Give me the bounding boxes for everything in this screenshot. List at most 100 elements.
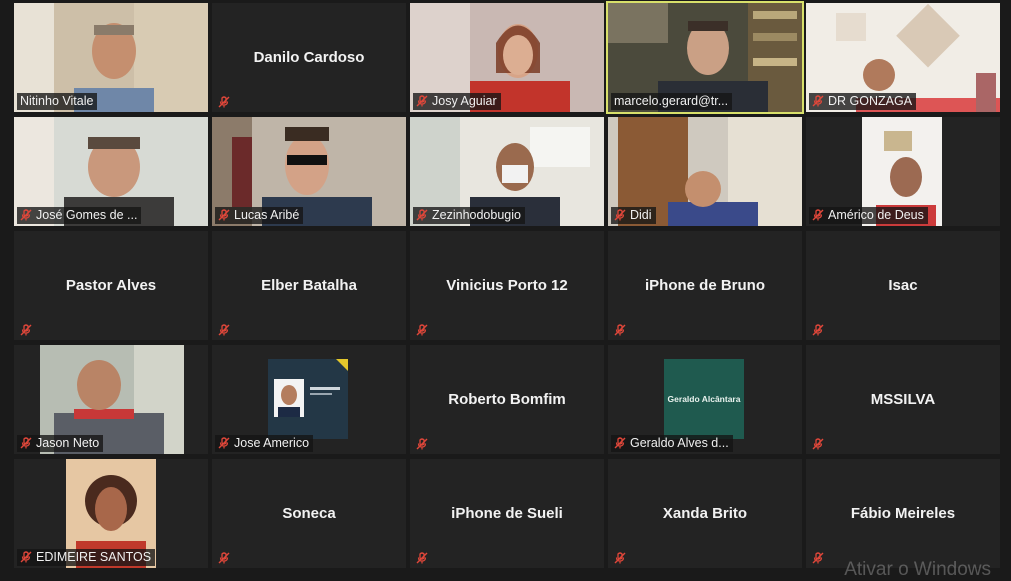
participant-name-label: Jose Americo [215, 435, 314, 452]
participant-display-name: iPhone de Bruno [645, 277, 765, 294]
muted-microphone-icon [812, 438, 824, 450]
participant-name-label: Zezinhodobugio [413, 207, 525, 224]
muted-microphone-icon [812, 324, 824, 336]
participant-name-label [413, 551, 432, 566]
participant-display-name: Vinicius Porto 12 [446, 277, 568, 294]
muted-microphone-icon [218, 209, 230, 221]
participant-tile[interactable]: iPhone de Bruno [608, 231, 802, 340]
participant-tile[interactable]: DR GONZAGA [806, 3, 1000, 112]
participant-display-name: Roberto Bomfim [448, 391, 566, 408]
participant-name: Nitinho Vitale [20, 94, 94, 108]
gallery-grid: Nitinho Vitale Danilo Cardoso Josy Aguiar m… [14, 1, 1000, 568]
participant-name-label: José Gomes de ... [17, 207, 142, 224]
muted-microphone-icon [20, 437, 32, 449]
participant-tile[interactable]: Elber Batalha [212, 231, 406, 340]
participant-tile[interactable]: Roberto Bomfim [410, 345, 604, 454]
participant-tile[interactable]: Lucas Aribé [212, 117, 406, 226]
muted-microphone-icon [812, 95, 824, 107]
muted-microphone-icon [614, 552, 626, 564]
windows-activation-watermark: Ativar o Windows [844, 559, 991, 580]
muted-microphone-icon [218, 324, 230, 336]
participant-name: José Gomes de ... [36, 208, 138, 222]
participant-tile[interactable]: MSSILVA [806, 345, 1000, 454]
participant-tile[interactable]: Isac [806, 231, 1000, 340]
muted-microphone-icon [20, 551, 32, 563]
participant-tile[interactable]: Américo de Deus [806, 117, 1000, 226]
participant-name-label: Josy Aguiar [413, 93, 501, 110]
participant-tile[interactable]: iPhone de Sueli [410, 459, 604, 568]
muted-microphone-icon [416, 552, 428, 564]
muted-microphone-icon [614, 437, 626, 449]
participant-name: Didi [630, 208, 652, 222]
participant-name: EDIMEIRE SANTOS [36, 550, 152, 564]
participant-tile[interactable]: Jason Neto [14, 345, 208, 454]
muted-microphone-icon [416, 438, 428, 450]
participant-display-name: Xanda Brito [662, 505, 748, 522]
muted-microphone-icon [218, 552, 230, 564]
participant-display-name: Fábio Meireles [850, 505, 956, 522]
participant-name: Josy Aguiar [432, 94, 497, 108]
participant-name: DR GONZAGA [828, 94, 913, 108]
participant-name-label [809, 551, 828, 566]
participant-name-label [611, 323, 630, 338]
participant-name-label: DR GONZAGA [809, 93, 917, 110]
muted-microphone-icon [416, 209, 428, 221]
participant-name-label: Jason Neto [17, 435, 104, 452]
participant-tile[interactable]: EDIMEIRE SANTOS [14, 459, 208, 568]
participant-name-label [809, 323, 828, 338]
participant-name: Jason Neto [36, 436, 100, 450]
participant-tile[interactable]: marcelo.gerard@tr... [606, 1, 804, 114]
participant-tile[interactable]: Geraldo Alcântara Geraldo Alves d... [608, 345, 802, 454]
participant-tile[interactable]: Nitinho Vitale [14, 3, 208, 112]
participant-name-label [215, 95, 234, 110]
participant-name-label [809, 437, 828, 452]
participant-name-label [215, 323, 234, 338]
muted-microphone-icon [416, 324, 428, 336]
participant-tile[interactable]: Josy Aguiar [410, 3, 604, 112]
participant-tile[interactable]: Pastor Alves [14, 231, 208, 340]
profile-card-text: Geraldo Alcântara [667, 394, 741, 404]
participant-tile[interactable]: Xanda Brito [608, 459, 802, 568]
participant-name: Lucas Aribé [234, 208, 300, 222]
participant-tile[interactable]: Soneca [212, 459, 406, 568]
participant-name: Zezinhodobugio [432, 208, 521, 222]
participant-display-name: iPhone de Sueli [451, 505, 563, 522]
participant-tile[interactable]: Zezinhodobugio [410, 117, 604, 226]
participant-display-name: Isac [888, 277, 918, 294]
participant-display-name: Pastor Alves [65, 277, 157, 294]
participant-name: Américo de Deus [828, 208, 924, 222]
muted-microphone-icon [20, 209, 32, 221]
participant-display-name: Danilo Cardoso [253, 49, 365, 66]
participant-name-label: Américo de Deus [809, 207, 928, 224]
participant-tile[interactable]: Jose Americo [212, 345, 406, 454]
muted-microphone-icon [416, 95, 428, 107]
participant-tile[interactable]: Danilo Cardoso [212, 3, 406, 112]
participant-name-label: Nitinho Vitale [17, 93, 98, 110]
participant-name: Geraldo Alves d... [630, 436, 729, 450]
participant-display-name: MSSILVA [870, 391, 936, 408]
muted-microphone-icon [20, 324, 32, 336]
participant-name: marcelo.gerard@tr... [614, 94, 729, 108]
participant-name-label [17, 323, 36, 338]
muted-microphone-icon [614, 324, 626, 336]
participant-name-label: Didi [611, 207, 656, 224]
participant-tile[interactable]: Didi [608, 117, 802, 226]
participant-name-label: Geraldo Alves d... [611, 435, 733, 452]
participant-name-label: Lucas Aribé [215, 207, 304, 224]
participant-name-label [611, 551, 630, 566]
participant-display-name: Elber Batalha [261, 277, 357, 294]
participant-tile[interactable]: José Gomes de ... [14, 117, 208, 226]
participant-name-label [413, 323, 432, 338]
participant-name-label: marcelo.gerard@tr... [611, 93, 733, 110]
muted-microphone-icon [614, 209, 626, 221]
muted-microphone-icon [218, 96, 230, 108]
participant-name: Jose Americo [234, 436, 310, 450]
muted-microphone-icon [812, 209, 824, 221]
participant-tile[interactable]: Vinicius Porto 12 [410, 231, 604, 340]
participant-name-label: EDIMEIRE SANTOS [17, 549, 156, 566]
participant-name-label [215, 551, 234, 566]
participant-name-label [413, 437, 432, 452]
muted-microphone-icon [218, 437, 230, 449]
muted-microphone-icon [812, 552, 824, 564]
participant-tile[interactable]: Fábio Meireles [806, 459, 1000, 568]
